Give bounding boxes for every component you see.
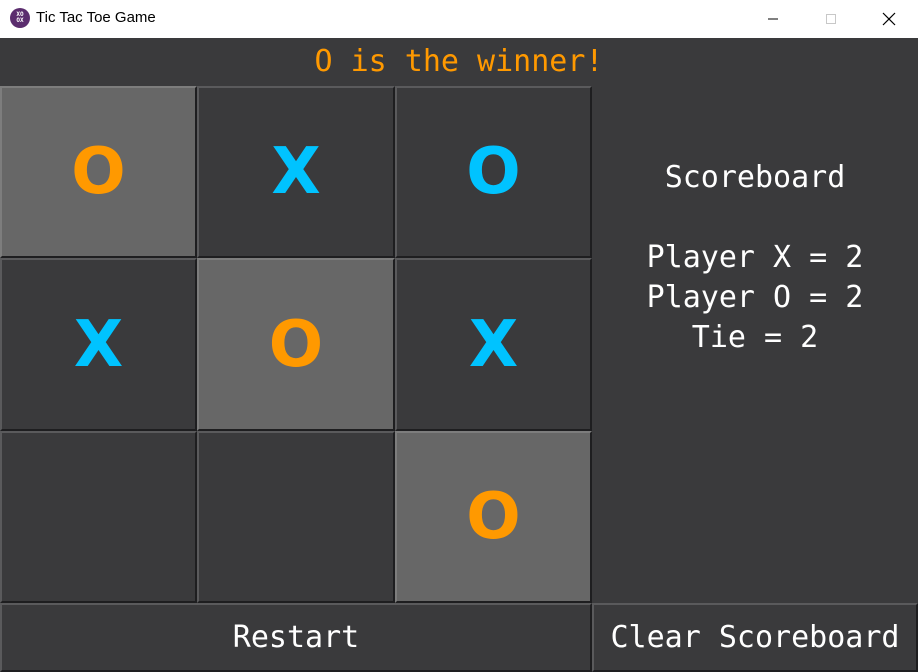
close-icon: [882, 12, 896, 26]
score-player-x: Player X = 2: [646, 240, 864, 275]
maximize-icon: [826, 14, 836, 24]
scoreboard-title: Scoreboard: [664, 160, 846, 195]
board-cell-1[interactable]: O: [0, 86, 197, 258]
maximize-button[interactable]: [808, 0, 854, 38]
board-cell-9[interactable]: O: [395, 431, 592, 603]
board-cell-8[interactable]: [197, 431, 395, 603]
score-player-o: Player O = 2: [646, 280, 864, 315]
title-bar: XO OX Tic Tac Toe Game: [0, 0, 918, 38]
game-board: OXOXOXO: [0, 86, 592, 603]
board-cell-5[interactable]: O: [197, 258, 395, 431]
minimize-button[interactable]: [750, 0, 796, 38]
minimize-icon: [768, 18, 778, 20]
restart-button[interactable]: Restart: [0, 603, 592, 672]
scoreboard: Scoreboard Player X = 2 Player O = 2 Tie…: [592, 86, 918, 603]
clear-scoreboard-button[interactable]: Clear Scoreboard: [592, 603, 918, 672]
board-cell-2[interactable]: X: [197, 86, 395, 258]
window-title: Tic Tac Toe Game: [36, 9, 156, 26]
status-message: O is the winner!: [0, 38, 918, 86]
board-cell-7[interactable]: [0, 431, 197, 603]
app-icon: XO OX: [10, 8, 30, 28]
close-button[interactable]: [866, 0, 912, 38]
board-cell-6[interactable]: X: [395, 258, 592, 431]
board-cell-4[interactable]: X: [0, 258, 197, 431]
score-tie: Tie = 2: [691, 320, 819, 355]
board-cell-3[interactable]: O: [395, 86, 592, 258]
